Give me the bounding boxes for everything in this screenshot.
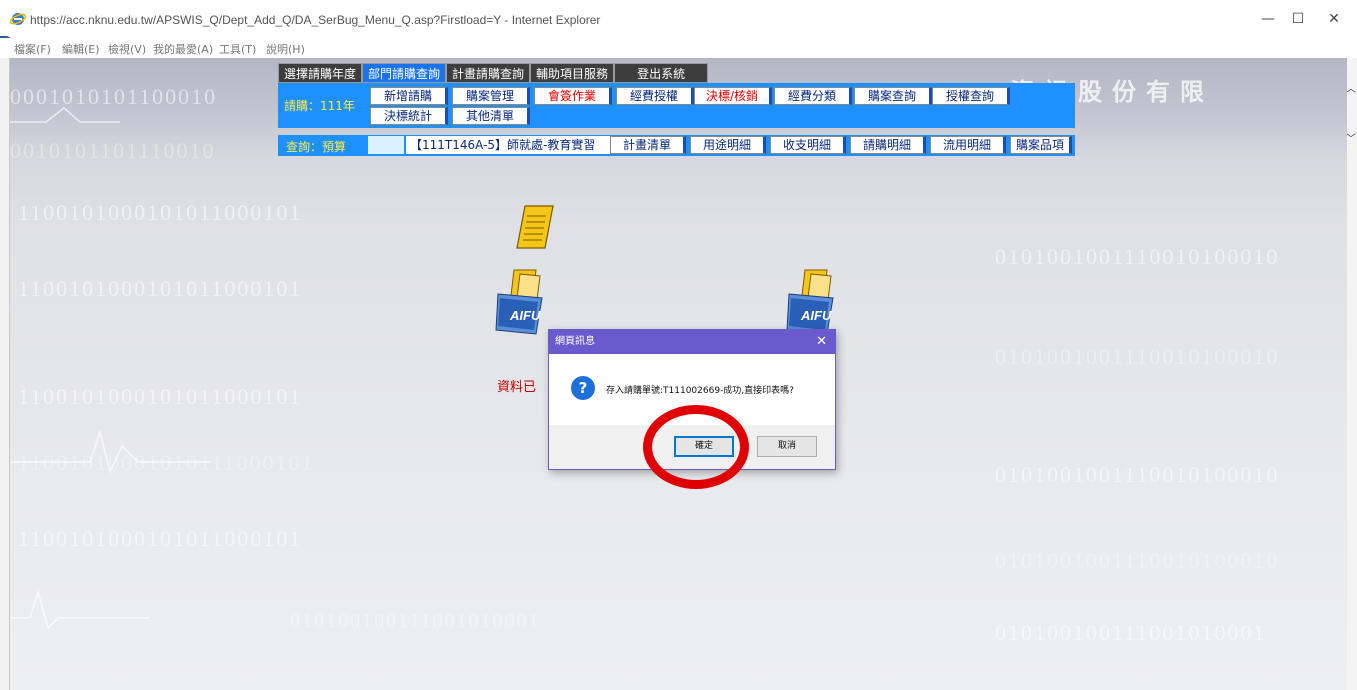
binary-decoration: 1100101000101011000101 xyxy=(18,526,303,551)
binary-decoration: 010100100111001010001 xyxy=(290,610,541,632)
menu-help[interactable]: 說明(H) xyxy=(266,41,305,57)
highlight-circle-annotation xyxy=(643,405,749,489)
income-expense-button[interactable]: 收支明細 xyxy=(770,136,846,154)
dialog-close-button[interactable]: ✕ xyxy=(816,330,827,354)
menu-view[interactable]: 檢視(V) xyxy=(108,41,146,57)
request-detail-button[interactable]: 請購明細 xyxy=(850,136,926,154)
new-request-button[interactable]: 新增請購 xyxy=(370,87,448,105)
authorize-query-button[interactable]: 授權查詢 xyxy=(932,87,1010,105)
dialog-titlebar: 網頁訊息 ✕ xyxy=(549,330,835,354)
binary-decoration: 0101001001110010100010 xyxy=(995,462,1280,487)
tab-aux-services[interactable]: 輔助項目服務 xyxy=(530,63,615,83)
case-items-button[interactable]: 購案品項 xyxy=(1010,136,1072,154)
menu-favorites[interactable]: 我的最愛(A) xyxy=(153,41,213,57)
plan-list-button[interactable]: 計畫清單 xyxy=(610,136,686,154)
award-writeoff-button[interactable]: 決標/核銷 xyxy=(694,87,772,105)
aifu-label: AIFU xyxy=(801,308,832,323)
internet-explorer-icon xyxy=(10,13,26,25)
document-icon[interactable] xyxy=(515,202,555,252)
aifu-label: AIFU xyxy=(510,308,541,323)
case-management-button[interactable]: 購案管理 xyxy=(452,87,530,105)
menu-edit[interactable]: 編輯(E) xyxy=(62,41,100,57)
status-message-partial: 資料已 xyxy=(497,380,537,395)
binary-decoration: 0101001001110010100010 xyxy=(995,244,1280,269)
binary-decoration: 010100100111001010001 xyxy=(995,620,1267,645)
menu-tools[interactable]: 工具(T) xyxy=(219,41,256,57)
cancel-button[interactable]: 取消 xyxy=(757,436,817,457)
award-statistics-button[interactable]: 決標統計 xyxy=(370,107,448,125)
purchase-year-label: 請購：111年 xyxy=(284,99,355,113)
scroll-down-icon[interactable]: ﹀ xyxy=(1346,130,1356,145)
binary-decoration: 0010101101110010 xyxy=(10,138,216,163)
left-scroll-strip xyxy=(0,58,10,690)
window-title: https://acc.nknu.edu.tw/APSWIS_Q/Dept_Ad… xyxy=(30,13,601,27)
binary-decoration: 1100101000101011000101 xyxy=(18,276,303,301)
menu-file[interactable]: 檔案(F) xyxy=(14,41,51,57)
tab-dept-query[interactable]: 部門請購查詢 xyxy=(362,63,447,83)
plan-select[interactable]: 【111T146A-5】師就處-教育實習 xyxy=(406,136,610,154)
aifu-folder-icon[interactable]: AIFU xyxy=(492,268,548,336)
tab-logout[interactable]: 登出系統 xyxy=(614,63,709,83)
binary-decoration: 0101001001110010100010 xyxy=(995,548,1280,573)
binary-decoration: 1100101000101011000101 xyxy=(18,200,303,225)
other-list-button[interactable]: 其他清單 xyxy=(452,107,530,125)
question-icon: ? xyxy=(571,376,595,400)
binary-decoration: 1100101000101011000101 xyxy=(18,384,303,409)
budget-authorize-button[interactable]: 經費授權 xyxy=(616,87,694,105)
query-input[interactable] xyxy=(368,136,404,154)
binary-decoration: 0101001001110010100010 xyxy=(995,344,1280,369)
tab-plan-query[interactable]: 計畫請購查詢 xyxy=(446,63,531,83)
usage-detail-button[interactable]: 用途明細 xyxy=(690,136,766,154)
ecg-line-decoration xyxy=(10,107,120,123)
dialog-title: 網頁訊息 xyxy=(555,336,595,347)
close-window-button[interactable]: ✕ xyxy=(1311,6,1357,32)
purchase-nav-panel: 請購：111年 新增請購 購案管理 會簽作業 經費授權 決標/核銷 經費分類 購… xyxy=(278,83,1075,128)
budget-category-button[interactable]: 經費分類 xyxy=(774,87,852,105)
query-bar: 查詢：預算 【111T146A-5】師就處-教育實習 計畫清單 用途明細 收支明… xyxy=(278,135,1075,156)
right-scroll-strip[interactable] xyxy=(1347,58,1357,690)
query-label: 查詢：預算 xyxy=(286,140,347,154)
case-query-button[interactable]: 購案查詢 xyxy=(854,87,932,105)
main-tabs: 選擇請購年度 部門請購查詢 計畫請購查詢 輔助項目服務 登出系統 xyxy=(278,63,709,83)
window-titlebar: https://acc.nknu.edu.tw/APSWIS_Q/Dept_Ad… xyxy=(0,0,1357,38)
dialog-message: 存入請購單號:T111002669-成功,直接印表嗎? xyxy=(606,386,794,396)
scroll-up-icon[interactable]: ︿ xyxy=(1346,80,1356,95)
tab-select-year[interactable]: 選擇請購年度 xyxy=(278,63,363,83)
aifu-folder-icon[interactable]: AIFU xyxy=(783,268,839,336)
transfer-detail-button[interactable]: 流用明細 xyxy=(930,136,1006,154)
countersign-button[interactable]: 會簽作業 xyxy=(534,87,612,105)
menubar: 檔案(F) 編輯(E) 檢視(V) 我的最愛(A) 工具(T) 說明(H) xyxy=(0,38,1357,58)
ecg-line-decoration xyxy=(10,429,210,475)
ecg-line-decoration xyxy=(10,589,150,630)
